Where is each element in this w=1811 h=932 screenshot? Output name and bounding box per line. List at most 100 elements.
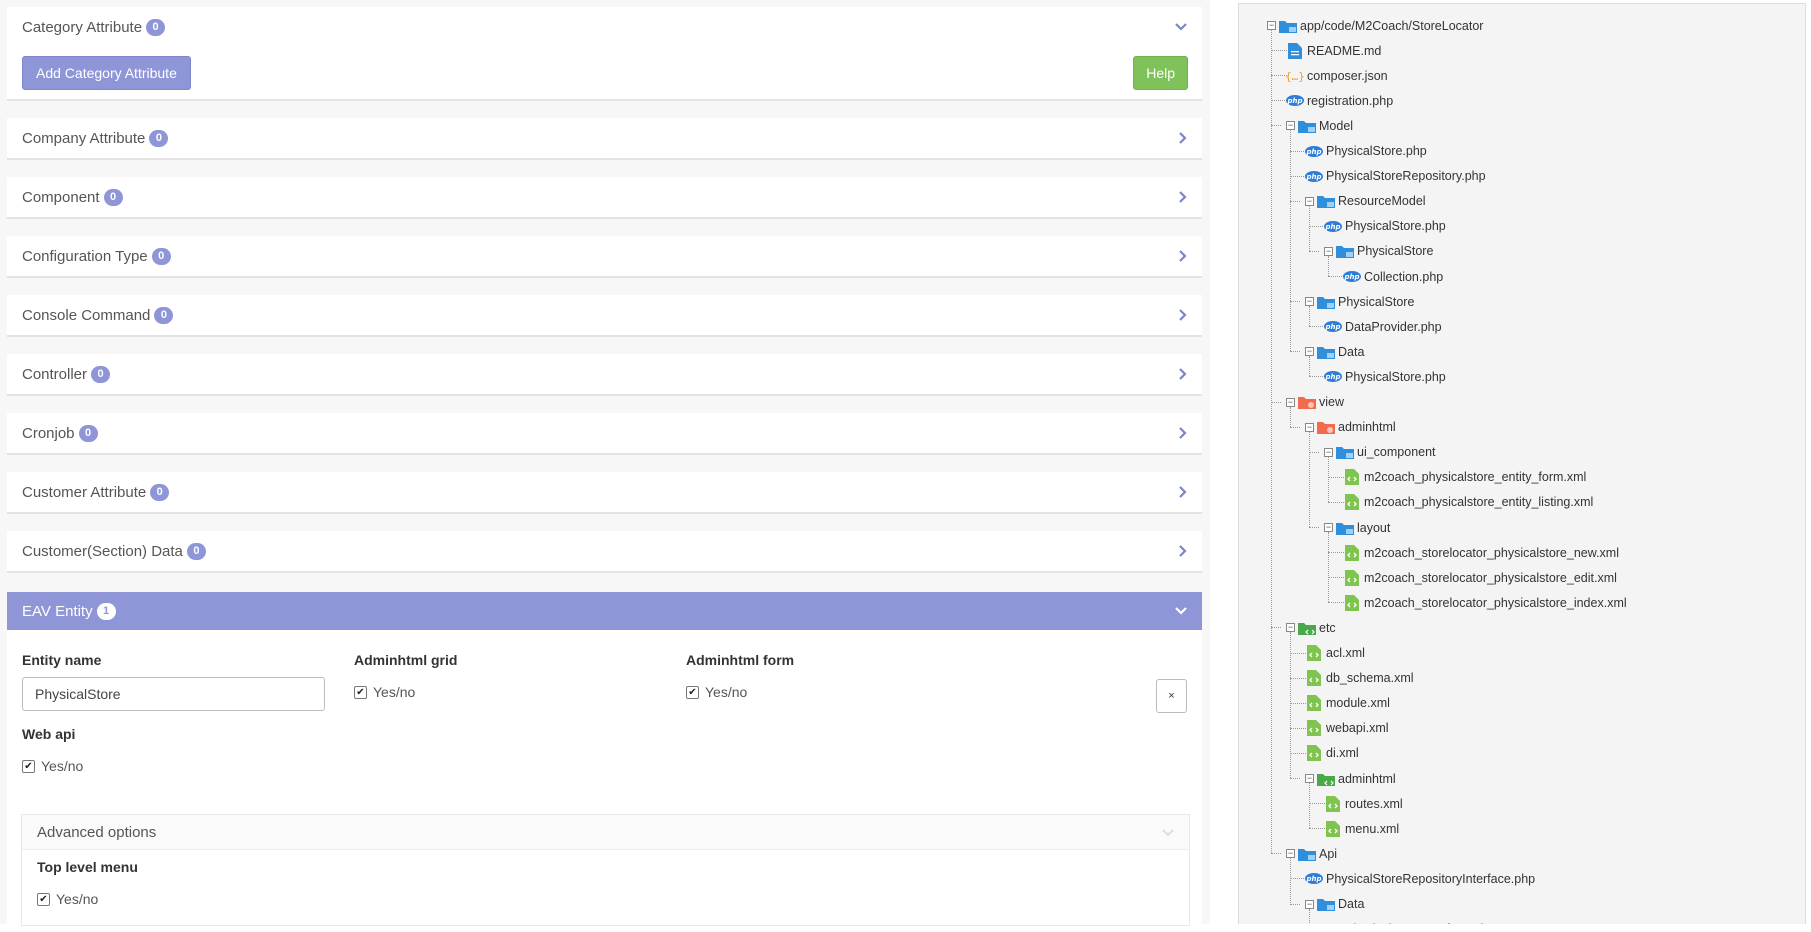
tree-file[interactable]: phpCollection.php [1343, 264, 1443, 289]
tree-folder[interactable]: view [1298, 390, 1344, 415]
tree-connector-line [1328, 602, 1344, 603]
tree-folder[interactable]: PhysicalStore [1317, 289, 1414, 314]
svg-text:php: php [1305, 875, 1321, 883]
tree-file[interactable]: menu.xml [1324, 816, 1399, 841]
tree-file[interactable]: phpDataProvider.php [1324, 314, 1442, 339]
folder-icon [1317, 294, 1335, 310]
tree-file[interactable]: m2coach_storelocator_physicalstore_edit.… [1343, 565, 1617, 590]
adminhtml-grid-checkbox[interactable]: ✔ Yes/no [354, 684, 415, 700]
tree-file[interactable]: phpPhysicalStoreRepository.php [1305, 164, 1486, 189]
count-badge: 0 [150, 484, 169, 501]
collapse-toggle-icon[interactable]: − [1267, 21, 1276, 30]
panel-header-configuration-type[interactable]: Configuration Type 0 [7, 236, 1202, 276]
chevron-right-icon [1179, 309, 1187, 321]
adminhtml-grid-label: Adminhtml grid [354, 652, 457, 668]
collapse-toggle-icon[interactable]: − [1305, 423, 1314, 432]
tree-connector-line [1290, 201, 1300, 202]
add-category-attribute-button[interactable]: Add Category Attribute [22, 56, 191, 90]
panel-header-customer-attribute[interactable]: Customer Attribute 0 [7, 472, 1202, 512]
tree-connector-line [1328, 256, 1329, 276]
collapse-toggle-icon[interactable]: − [1324, 247, 1333, 256]
tree-file[interactable]: di.xml [1305, 741, 1359, 766]
panel-title: Customer Attribute [22, 484, 146, 501]
collapse-toggle-icon[interactable]: − [1305, 774, 1314, 783]
entity-name-label: Entity name [22, 652, 101, 668]
checkbox-checked-icon: ✔ [354, 686, 367, 699]
tree-folder[interactable]: Data [1317, 892, 1364, 917]
panel-header-controller[interactable]: Controller 0 [7, 354, 1202, 394]
entity-name-input[interactable] [22, 677, 325, 711]
tree-file[interactable]: phpregistration.php [1286, 88, 1393, 113]
web-api-checkbox[interactable]: ✔ Yes/no [22, 758, 83, 774]
tree-connector-line [1309, 226, 1325, 227]
tree-file[interactable]: m2coach_storelocator_physicalstore_new.x… [1343, 540, 1619, 565]
tree-folder[interactable]: app/code/M2Coach/StoreLocator [1279, 13, 1483, 38]
collapse-toggle-icon[interactable]: − [1305, 197, 1314, 206]
tree-folder[interactable]: layout [1336, 515, 1390, 540]
collapse-toggle-icon[interactable]: − [1305, 347, 1314, 356]
tree-folder[interactable]: ui_component [1336, 440, 1436, 465]
tree-file[interactable]: README.md [1286, 38, 1381, 63]
collapse-toggle-icon[interactable]: − [1286, 398, 1295, 407]
tree-file[interactable]: phpPhysicalStore.php [1324, 364, 1446, 389]
checkbox-checked-icon: ✔ [22, 760, 35, 773]
adminhtml-form-checkbox[interactable]: ✔ Yes/no [686, 684, 747, 700]
remove-entity-button[interactable]: × [1156, 679, 1187, 713]
help-button[interactable]: Help [1133, 56, 1188, 90]
xml-file-icon [1343, 570, 1361, 586]
tree-connector-line [1328, 502, 1344, 503]
adminhtml-form-label: Adminhtml form [686, 652, 794, 668]
tree-folder[interactable]: PhysicalStore [1336, 239, 1433, 264]
collapse-toggle-icon[interactable]: − [1286, 623, 1295, 632]
tree-folder[interactable]: etc [1298, 615, 1336, 640]
tree-node-label: webapi.xml [1326, 721, 1389, 735]
tree-file[interactable]: phpPhysicalStore.php [1324, 214, 1446, 239]
collapse-toggle-icon[interactable]: − [1324, 448, 1333, 457]
tree-node-label: m2coach_physicalstore_entity_form.xml [1364, 470, 1586, 484]
php-file-icon: php [1324, 369, 1342, 385]
tree-file[interactable]: phpPhysicalStoreRepositoryInterface.php [1305, 866, 1535, 891]
tree-file[interactable]: {…}composer.json [1286, 63, 1388, 88]
collapse-toggle-icon[interactable]: − [1286, 849, 1295, 858]
tree-file[interactable]: phpPhysicalStore.php [1305, 139, 1427, 164]
advanced-options-panel: Advanced options Top level menu ✔ Yes/no [21, 814, 1190, 926]
panel-category-attribute: Category Attribute 0 Add Category Attrib… [7, 7, 1202, 101]
tree-node-label: db_schema.xml [1326, 671, 1414, 685]
panel-header-component[interactable]: Component 0 [7, 177, 1202, 217]
tree-connector-line [1309, 452, 1319, 453]
tree-folder[interactable]: adminhtml [1317, 415, 1396, 440]
panel-header-cronjob[interactable]: Cronjob 0 [7, 413, 1202, 453]
advanced-options-header[interactable]: Advanced options [22, 815, 1189, 850]
panel-company-attribute: Company Attribute 0 [7, 118, 1202, 160]
tree-node-label: README.md [1307, 44, 1381, 58]
top-level-menu-checkbox[interactable]: ✔ Yes/no [37, 891, 98, 907]
tree-file[interactable]: module.xml [1305, 691, 1390, 716]
web-api-label: Web api [22, 726, 75, 742]
tree-folder[interactable]: ResourceModel [1317, 189, 1426, 214]
tree-file[interactable]: m2coach_storelocator_physicalstore_index… [1343, 590, 1627, 615]
json-file-icon: {…} [1286, 68, 1304, 84]
tree-file[interactable]: m2coach_physicalstore_entity_listing.xml [1343, 490, 1593, 515]
tree-file[interactable]: m2coach_physicalstore_entity_form.xml [1343, 465, 1586, 490]
collapse-toggle-icon[interactable]: − [1305, 297, 1314, 306]
tree-node-label: m2coach_storelocator_physicalstore_index… [1364, 596, 1627, 610]
collapse-toggle-icon[interactable]: − [1305, 900, 1314, 909]
tree-folder[interactable]: Model [1298, 113, 1353, 138]
panel-header-company-attribute[interactable]: Company Attribute 0 [7, 118, 1202, 158]
panel-header-category-attribute[interactable]: Category Attribute 0 [7, 7, 1202, 47]
panel-header-eav-entity[interactable]: EAV Entity 1 [7, 592, 1202, 630]
tree-file[interactable]: phpPhysicalStoreInterface.php [1324, 917, 1494, 924]
panel-header-console-command[interactable]: Console Command 0 [7, 295, 1202, 335]
tree-file[interactable]: db_schema.xml [1305, 666, 1414, 691]
panel-header-customer-section-data[interactable]: Customer(Section) Data 0 [7, 531, 1202, 571]
tree-file[interactable]: routes.xml [1324, 791, 1403, 816]
collapse-toggle-icon[interactable]: − [1286, 121, 1295, 130]
collapse-toggle-icon[interactable]: − [1324, 523, 1333, 532]
tree-file[interactable]: acl.xml [1305, 641, 1365, 666]
panel-title: Cronjob [22, 425, 75, 442]
tree-file[interactable]: webapi.xml [1305, 716, 1389, 741]
tree-folder[interactable]: Data [1317, 339, 1364, 364]
tree-node-label: PhysicalStore.php [1345, 370, 1446, 384]
tree-folder[interactable]: Api [1298, 841, 1337, 866]
tree-folder[interactable]: adminhtml [1317, 766, 1396, 791]
